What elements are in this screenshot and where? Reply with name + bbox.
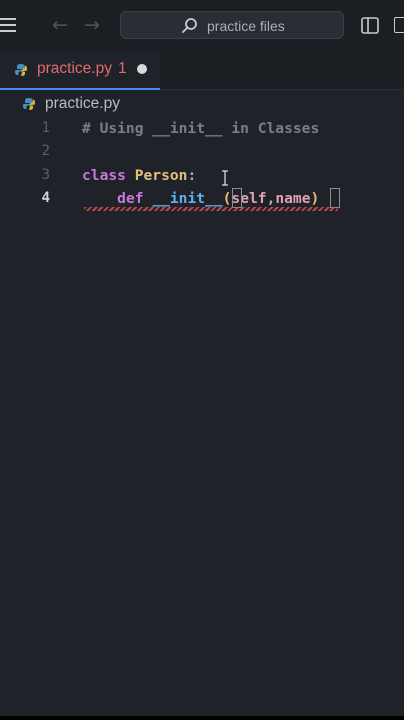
text-cursor-icon bbox=[222, 170, 228, 186]
python-file-icon bbox=[15, 64, 27, 76]
bracket-match-highlight bbox=[232, 188, 242, 208]
code-line[interactable]: 3 class Person: bbox=[0, 164, 404, 187]
title-bar: ← → practice files bbox=[0, 0, 404, 50]
class-name-token: Person bbox=[134, 167, 188, 184]
breadcrumb-file: practice.py bbox=[45, 95, 120, 112]
keyword-token: def bbox=[117, 190, 144, 207]
error-squiggle bbox=[84, 207, 338, 211]
line-number: 2 bbox=[41, 143, 50, 159]
tab-practice-py[interactable]: practice.py 1 bbox=[0, 50, 160, 90]
param-token: name bbox=[275, 190, 311, 207]
tab-label: practice.py bbox=[37, 60, 112, 77]
function-name-token: __init__ bbox=[152, 190, 223, 207]
comment-token: # Using __init__ in Classes bbox=[82, 120, 320, 137]
line-code: # Using __init__ in Classes bbox=[82, 117, 319, 140]
menu-icon[interactable] bbox=[0, 18, 16, 32]
editor-window: ← → practice files practice.py 1 practic… bbox=[0, 0, 404, 716]
tab-bar: practice.py 1 bbox=[0, 50, 404, 90]
indent-token bbox=[82, 190, 117, 207]
code-line-active[interactable]: 4 def __init__(self,name) bbox=[0, 187, 404, 211]
search-placeholder: practice files bbox=[207, 18, 285, 34]
python-file-icon bbox=[23, 98, 35, 110]
command-center-search[interactable]: practice files bbox=[120, 11, 344, 39]
code-editor[interactable]: 1 # Using __init__ in Classes 2 3 class … bbox=[0, 118, 404, 716]
problem-count-badge: 1 bbox=[118, 60, 127, 77]
toggle-sidebar-icon[interactable] bbox=[361, 17, 379, 34]
search-icon bbox=[182, 18, 197, 33]
line-code: class Person: bbox=[82, 164, 196, 187]
arrow-right-icon[interactable]: → bbox=[84, 14, 100, 36]
line-number: 3 bbox=[41, 167, 50, 183]
code-line[interactable]: 1 # Using __init__ in Classes bbox=[0, 117, 404, 140]
close-paren-token: ) bbox=[310, 190, 320, 207]
arrow-left-icon[interactable]: ← bbox=[52, 14, 68, 36]
breadcrumb[interactable]: practice.py bbox=[0, 90, 404, 118]
layout-icon[interactable] bbox=[394, 17, 404, 33]
bottom-border bbox=[0, 716, 404, 720]
line-number: 1 bbox=[41, 120, 50, 136]
unsaved-dot-icon[interactable] bbox=[137, 64, 147, 74]
bracket-match-highlight bbox=[330, 188, 340, 208]
line-number: 4 bbox=[41, 190, 50, 206]
colon-token: : bbox=[187, 167, 197, 184]
code-line[interactable]: 2 bbox=[0, 140, 404, 163]
keyword-token: class bbox=[82, 167, 126, 184]
